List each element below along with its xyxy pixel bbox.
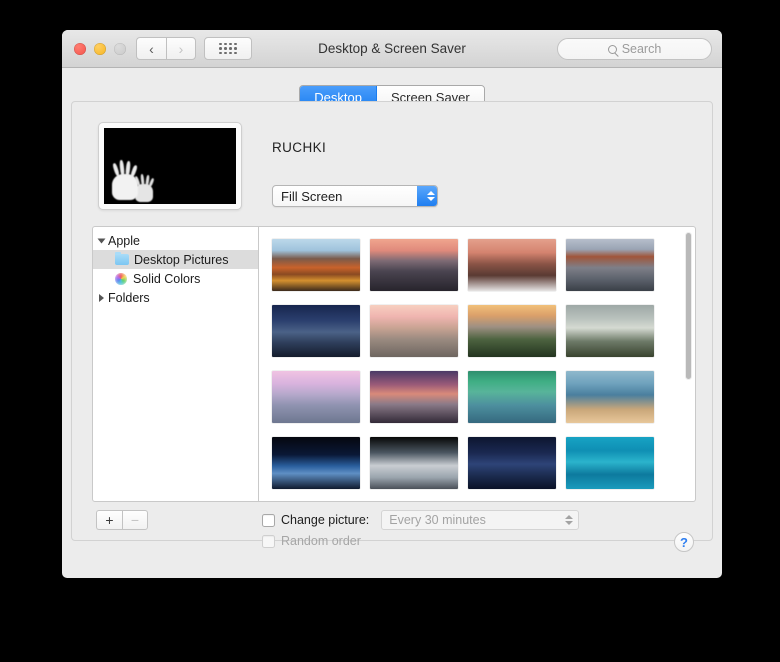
wallpaper-thumbnail[interactable] — [272, 239, 360, 291]
wallpaper-grid-pane — [259, 226, 696, 502]
wallpaper-thumbnail[interactable] — [370, 437, 458, 489]
wallpaper-thumbnail[interactable] — [566, 305, 654, 357]
sidebar-item-label: Folders — [108, 290, 150, 305]
change-picture-row: Change picture: Every 30 minutes — [262, 510, 580, 530]
desktop-settings-panel: RUCHKI Fill Screen Apple Desktop Picture… — [71, 101, 713, 552]
wallpaper-grid — [259, 227, 695, 501]
add-remove-folder-group: + − — [96, 510, 148, 530]
disclosure-triangle-closed-icon[interactable] — [99, 293, 104, 302]
wallpaper-thumbnail[interactable] — [272, 371, 360, 423]
help-button[interactable]: ? — [674, 532, 694, 552]
wallpaper-thumbnail[interactable] — [272, 305, 360, 357]
wallpaper-thumbnail[interactable] — [468, 239, 556, 291]
scrollbar-thumb[interactable] — [685, 232, 692, 380]
system-preferences-window: ‹ › Desktop & Screen Saver Search Deskto… — [62, 30, 722, 578]
sidebar-item-label: Solid Colors — [133, 271, 201, 286]
wallpaper-thumbnail[interactable] — [272, 437, 360, 489]
search-icon — [607, 44, 617, 54]
wallpaper-thumbnail[interactable] — [370, 371, 458, 423]
sidebar-item-solid-colors[interactable]: Solid Colors — [93, 269, 258, 288]
preview-image — [104, 128, 236, 204]
remove-folder-button: − — [122, 510, 148, 530]
grid-scrollbar[interactable] — [684, 230, 693, 498]
chevron-updown-icon — [558, 515, 574, 525]
random-order-row: Random order — [262, 534, 361, 548]
sidebar-item-desktop-pictures[interactable]: Desktop Pictures — [93, 250, 258, 269]
preview-meta: RUCHKI Fill Screen — [272, 122, 438, 210]
change-picture-checkbox[interactable] — [262, 513, 275, 527]
sidebar-item-label: Desktop Pictures — [134, 252, 229, 267]
wallpaper-thumbnail[interactable] — [566, 239, 654, 291]
search-field[interactable]: Search — [557, 38, 712, 60]
preview-row: RUCHKI Fill Screen — [98, 122, 438, 210]
sidebar-item-label: Apple — [108, 233, 140, 248]
change-interval-value: Every 30 minutes — [389, 513, 486, 527]
random-order-checkbox — [262, 534, 275, 548]
picture-name: RUCHKI — [272, 140, 327, 155]
window-titlebar: ‹ › Desktop & Screen Saver Search — [62, 30, 722, 68]
fill-mode-select[interactable]: Fill Screen — [272, 185, 438, 207]
wallpaper-browser: Apple Desktop Pictures Solid Colors Fold… — [92, 226, 696, 502]
wallpaper-thumbnail[interactable] — [566, 437, 654, 489]
change-picture-label: Change picture: — [281, 513, 370, 527]
sidebar-item-apple[interactable]: Apple — [93, 231, 258, 250]
random-order-label: Random order — [281, 534, 361, 548]
fill-mode-value: Fill Screen — [281, 188, 343, 204]
source-list: Apple Desktop Pictures Solid Colors Fold… — [92, 226, 259, 502]
current-wallpaper-preview[interactable] — [98, 122, 242, 210]
wallpaper-thumbnail[interactable] — [468, 305, 556, 357]
wallpaper-thumbnail[interactable] — [370, 305, 458, 357]
disclosure-triangle-open-icon[interactable] — [97, 238, 106, 243]
wallpaper-thumbnail[interactable] — [566, 371, 654, 423]
folder-icon — [115, 251, 129, 265]
wallpaper-thumbnail[interactable] — [370, 239, 458, 291]
search-placeholder: Search — [621, 42, 662, 56]
chevron-updown-icon[interactable] — [417, 186, 437, 206]
wallpaper-thumbnail[interactable] — [468, 371, 556, 423]
add-folder-button[interactable]: + — [96, 510, 122, 530]
color-wheel-icon — [115, 272, 127, 285]
sidebar-item-folders[interactable]: Folders — [93, 288, 258, 307]
wallpaper-thumbnail[interactable] — [468, 437, 556, 489]
change-interval-select: Every 30 minutes — [381, 510, 580, 530]
